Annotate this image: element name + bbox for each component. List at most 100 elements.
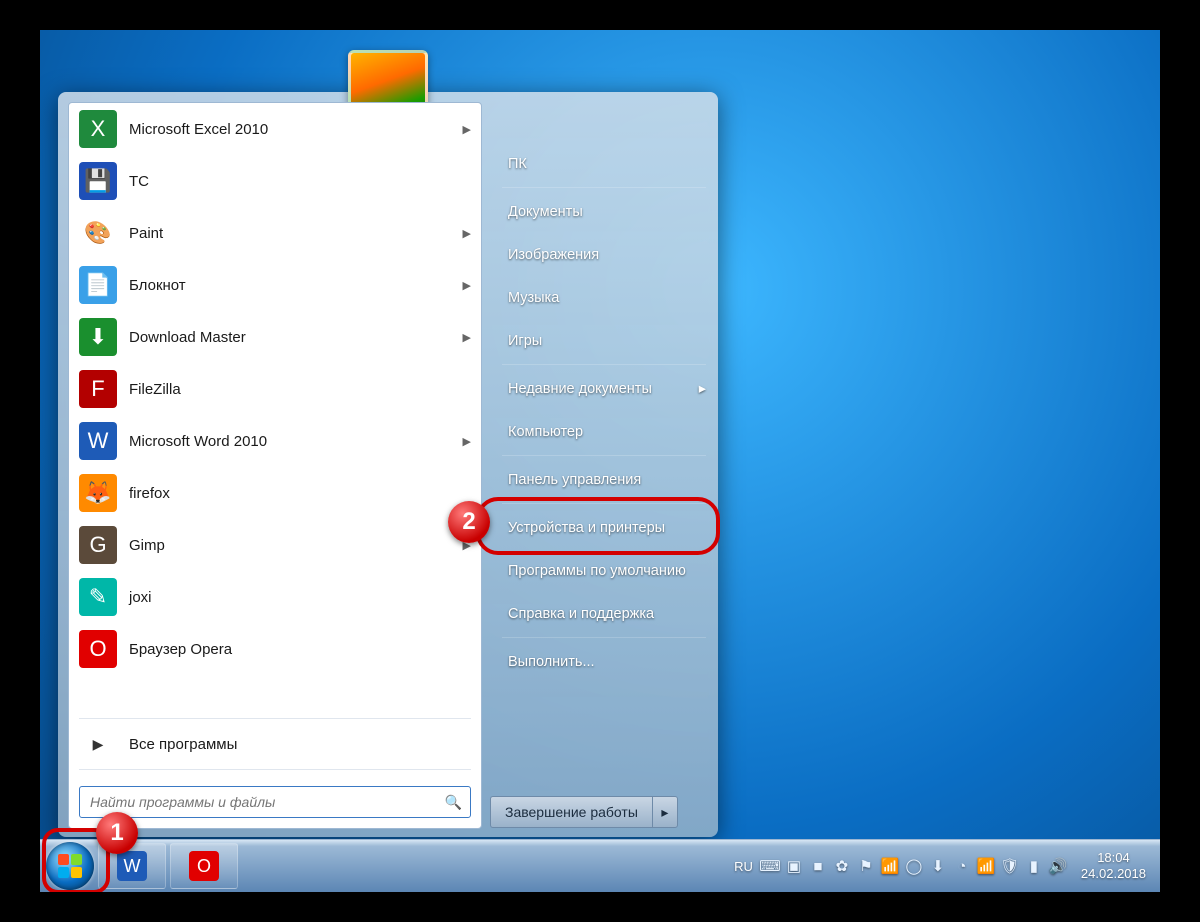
chevron-right-icon: ▶ <box>463 331 471 344</box>
system-link-label: Панель управления <box>508 472 641 488</box>
app-icon: G <box>79 526 117 564</box>
system-link[interactable]: Программы по умолчанию <box>490 549 718 592</box>
tray-icon[interactable]: 🔊 <box>1049 857 1067 875</box>
chevron-right-icon: ▸ <box>699 381 706 397</box>
program-label: Download Master <box>129 329 463 346</box>
app-icon: O <box>79 630 117 668</box>
system-link[interactable]: Компьютер <box>490 410 718 453</box>
all-programs[interactable]: ▶ Все программы <box>69 721 481 767</box>
chevron-right-icon: ▶ <box>79 736 117 753</box>
app-icon: F <box>79 370 117 408</box>
search-input[interactable] <box>88 793 445 811</box>
system-link[interactable]: Музыка <box>490 276 718 319</box>
chevron-right-icon: ▶ <box>463 123 471 136</box>
tray-icon[interactable]: ⬇ <box>929 857 947 875</box>
app-icon: 🎨 <box>79 214 117 252</box>
taskbar-app[interactable]: W <box>98 843 166 889</box>
system-link-label: Программы по умолчанию <box>508 563 686 579</box>
start-menu-right-panel: ПК ДокументыИзображения Музыка Игры Недавние… <box>490 92 718 837</box>
system-tray: RU ⌨ ▣ ■ ✿ ⚑ 📶 ◯ ⬇ ◔ 📶 🛡 ▮ 🔊 18:04 24.02.2018 <box>734 840 1152 892</box>
tray-icon[interactable]: ▣ <box>785 857 803 875</box>
chevron-right-icon: ▸ <box>661 804 668 821</box>
tray-icon[interactable]: ◯ <box>905 857 923 875</box>
tray-icon[interactable]: 📶 <box>881 857 899 875</box>
system-link[interactable]: Панель управления <box>490 458 718 501</box>
shutdown-options-button[interactable]: ▸ <box>652 796 678 828</box>
windows-logo-icon <box>58 854 82 878</box>
program-label: firefox <box>129 485 471 502</box>
system-link[interactable]: ПК <box>490 142 718 185</box>
app-icon: W <box>117 851 147 881</box>
clock-time: 18:04 <box>1081 850 1146 866</box>
separator <box>502 364 706 365</box>
system-link-label: Выполнить... <box>508 654 595 670</box>
app-icon: W <box>79 422 117 460</box>
start-menu: XMicrosoft Excel 2010▶💾TC🎨Paint▶📄Блокнот… <box>58 92 718 837</box>
language-indicator[interactable]: RU <box>734 859 753 874</box>
system-link-label: Музыка <box>508 290 559 306</box>
program-item[interactable]: 🦊firefox <box>69 467 481 519</box>
tray-icon[interactable]: 📶 <box>977 857 995 875</box>
chevron-right-icon: ▶ <box>463 279 471 292</box>
program-item[interactable]: ✎ joxi <box>69 571 481 623</box>
program-item[interactable]: X Microsoft Excel 2010▶ <box>69 103 481 155</box>
tray-icon[interactable]: ▮ <box>1025 857 1043 875</box>
system-link-label: Компьютер <box>508 424 583 440</box>
system-link-label: Справка и поддержка <box>508 606 654 622</box>
program-item[interactable]: O Браузер Opera <box>69 623 481 675</box>
tray-icon[interactable]: ◔ <box>953 857 971 875</box>
tray-icon[interactable]: ✿ <box>833 857 851 875</box>
program-label: TC <box>129 173 471 190</box>
start-button[interactable] <box>46 842 94 890</box>
system-link[interactable]: Справка и поддержка <box>490 592 718 635</box>
shutdown-button[interactable]: Завершение работы <box>490 796 652 828</box>
system-link[interactable]: Документы <box>490 190 718 233</box>
separator <box>502 455 706 456</box>
program-item[interactable]: G Gimp▶ <box>69 519 481 571</box>
program-item[interactable]: 🎨 Paint▶ <box>69 207 481 259</box>
program-item[interactable]: F FileZilla <box>69 363 481 415</box>
system-link[interactable]: Недавние документы ▸ <box>490 367 718 410</box>
start-menu-left-panel: XMicrosoft Excel 2010▶💾TC🎨Paint▶📄Блокнот… <box>68 102 482 829</box>
program-item[interactable]: WMicrosoft Word 2010▶ <box>69 415 481 467</box>
system-link[interactable]: Выполнить... <box>490 640 718 683</box>
tray-icon[interactable]: ⌨ <box>761 857 779 875</box>
system-link[interactable]: Изображения <box>490 233 718 276</box>
tray-icon[interactable]: ⚑ <box>857 857 875 875</box>
chevron-right-icon: ▶ <box>463 539 471 552</box>
system-link-label: Устройства и принтеры <box>508 520 665 536</box>
program-label: Браузер Opera <box>129 641 471 658</box>
program-item[interactable]: ⬇ Download Master▶ <box>69 311 481 363</box>
system-link-label: Недавние документы <box>508 381 652 397</box>
taskbar: W O RU ⌨ ▣ ■ ✿ ⚑ 📶 ◯ ⬇ ◔ 📶 🛡 ▮ 🔊 18:04 24.02.2018 <box>40 839 1160 892</box>
desktop: XMicrosoft Excel 2010▶💾TC🎨Paint▶📄Блокнот… <box>40 30 1160 892</box>
program-label: Microsoft Excel 2010 <box>129 121 463 138</box>
app-icon: O <box>189 851 219 881</box>
app-icon: ✎ <box>79 578 117 616</box>
program-label: joxi <box>129 589 471 606</box>
system-link-label: ПК <box>508 156 527 172</box>
system-links-list: ПК ДокументыИзображения Музыка Игры Недавние… <box>490 142 718 683</box>
pinned-programs-list: XMicrosoft Excel 2010▶💾TC🎨Paint▶📄Блокнот… <box>69 103 481 675</box>
system-link[interactable]: Игры <box>490 319 718 362</box>
tray-icon[interactable]: ■ <box>809 857 827 875</box>
program-label: Paint <box>129 225 463 242</box>
program-label: Gimp <box>129 537 463 554</box>
program-label: FileZilla <box>129 381 471 398</box>
separator <box>502 503 706 504</box>
system-link[interactable]: Устройства и принтеры <box>490 506 718 549</box>
separator <box>502 637 706 638</box>
chevron-right-icon: ▶ <box>463 227 471 240</box>
search-icon: 🔍 <box>445 794 462 811</box>
program-item[interactable]: 📄Блокнот▶ <box>69 259 481 311</box>
program-item[interactable]: 💾TC <box>69 155 481 207</box>
program-label: Microsoft Word 2010 <box>129 433 463 450</box>
app-icon: 📄 <box>79 266 117 304</box>
app-icon: X <box>79 110 117 148</box>
shutdown-group: Завершение работы ▸ <box>490 797 678 827</box>
clock[interactable]: 18:04 24.02.2018 <box>1081 850 1146 882</box>
taskbar-app[interactable]: O <box>170 843 238 889</box>
search-box[interactable]: 🔍 <box>79 786 471 818</box>
tray-icon[interactable]: 🛡 <box>1001 857 1019 875</box>
app-icon: ⬇ <box>79 318 117 356</box>
